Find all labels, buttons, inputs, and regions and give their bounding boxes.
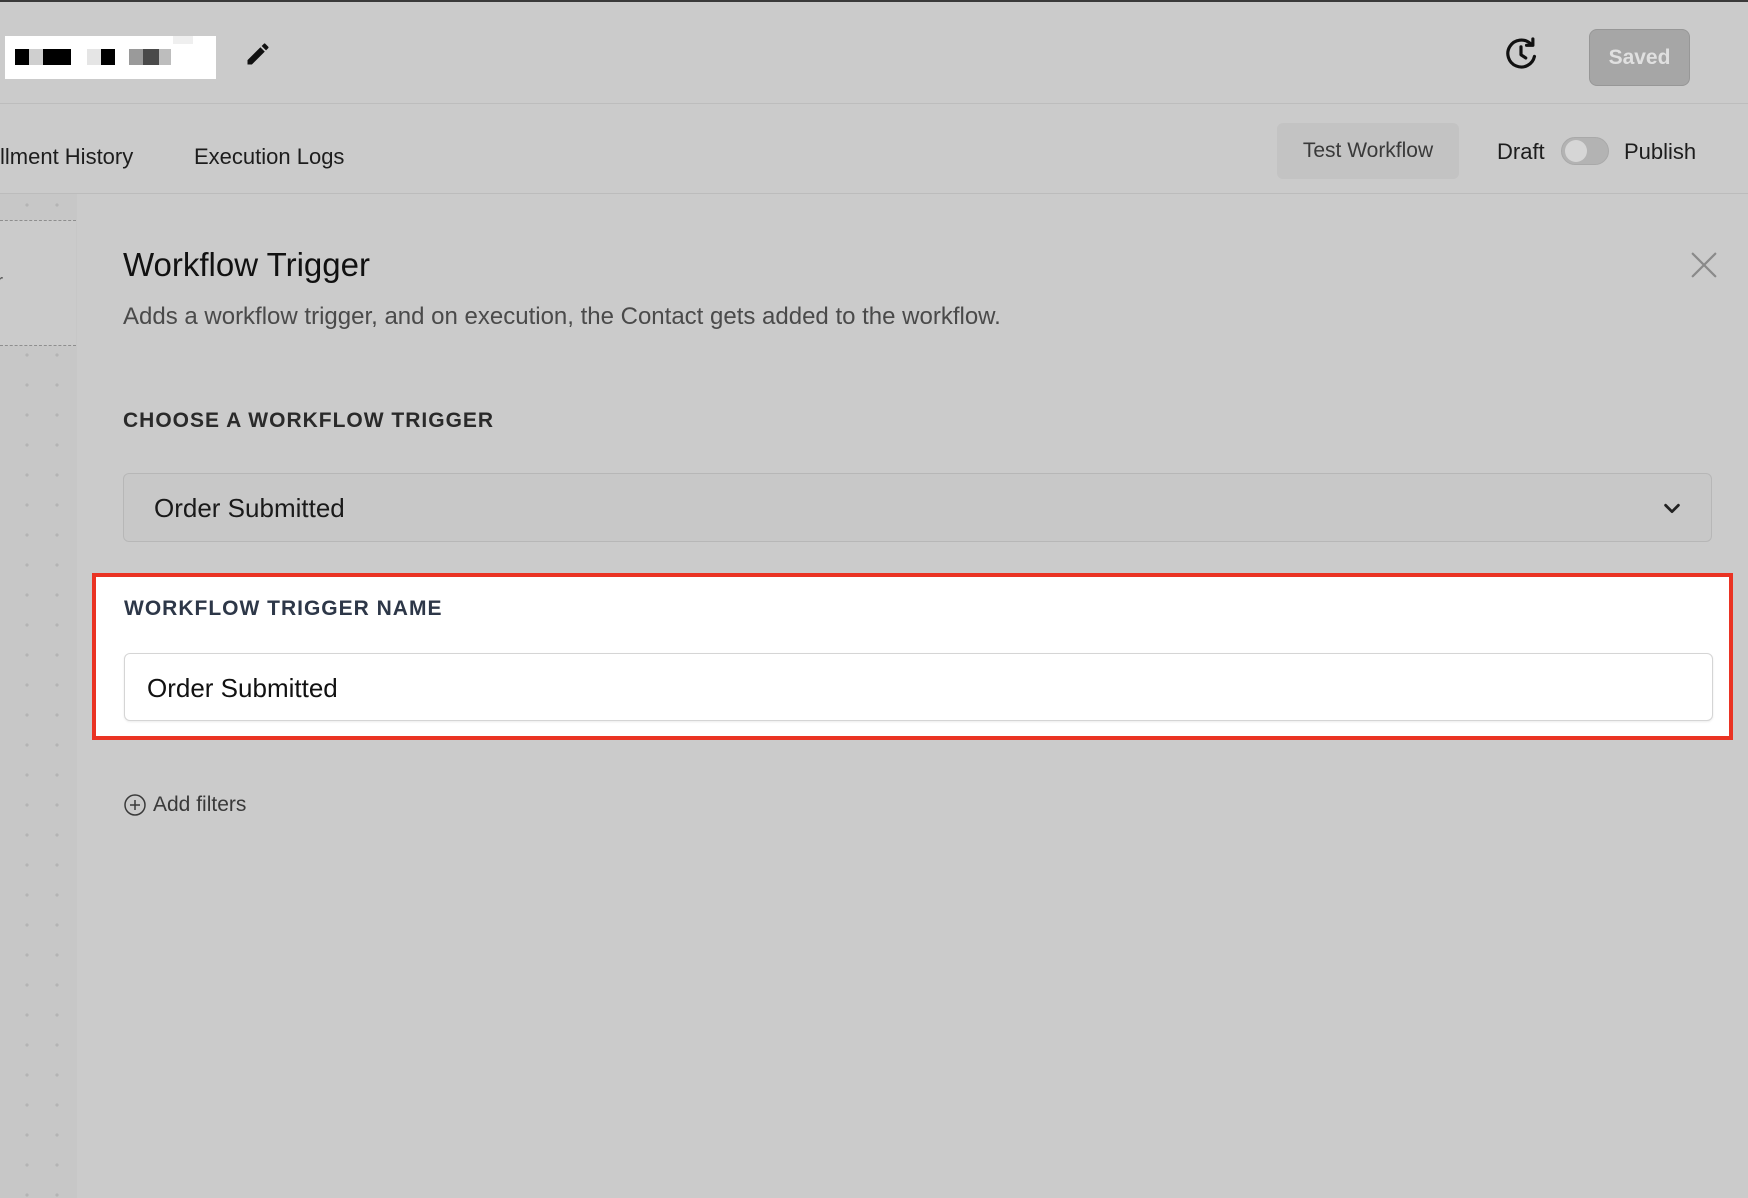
panel-description: Adds a workflow trigger, and on executio…: [123, 303, 1001, 330]
trigger-name-input[interactable]: Order Submitted: [124, 653, 1713, 721]
tab-execution-logs[interactable]: Execution Logs: [194, 144, 344, 170]
close-icon[interactable]: [1689, 250, 1719, 280]
canvas-node[interactable]: r: [0, 220, 76, 346]
trigger-settings-panel: Workflow Trigger Adds a workflow trigger…: [77, 194, 1748, 1198]
pencil-icon[interactable]: [244, 40, 272, 68]
workflow-name-redacted: [5, 36, 216, 79]
canvas-node-label: r: [0, 271, 3, 292]
trigger-name-highlight: WORKFLOW TRIGGER NAME Order Submitted: [92, 573, 1733, 740]
chevron-down-icon: [1664, 503, 1680, 514]
publish-label: Publish: [1624, 139, 1697, 164]
plus-circle-icon: [124, 794, 146, 816]
saved-button[interactable]: Saved: [1589, 29, 1690, 86]
trigger-name-value: Order Submitted: [147, 673, 338, 703]
publish-toggle[interactable]: [1561, 137, 1609, 165]
history-icon[interactable]: [1502, 35, 1540, 73]
choose-trigger-label: CHOOSE A WORKFLOW TRIGGER: [123, 409, 495, 432]
test-workflow-button[interactable]: Test Workflow: [1277, 123, 1459, 179]
draft-label: Draft: [1497, 139, 1545, 164]
add-filters-label: Add filters: [153, 793, 247, 816]
workflow-canvas[interactable]: r: [0, 194, 78, 1198]
trigger-name-label: WORKFLOW TRIGGER NAME: [124, 597, 443, 620]
trigger-select[interactable]: Order Submitted: [123, 473, 1712, 542]
toggle-knob: [1565, 140, 1587, 162]
tab-enrollment-history[interactable]: llment History: [0, 144, 133, 170]
tab-bar: llment History Execution Logs Test Workf…: [0, 104, 1748, 194]
trigger-select-value: Order Submitted: [154, 493, 345, 523]
top-bar: Saved: [0, 0, 1748, 104]
panel-title: Workflow Trigger: [123, 246, 370, 283]
add-filters-button[interactable]: Add filters: [123, 793, 246, 817]
